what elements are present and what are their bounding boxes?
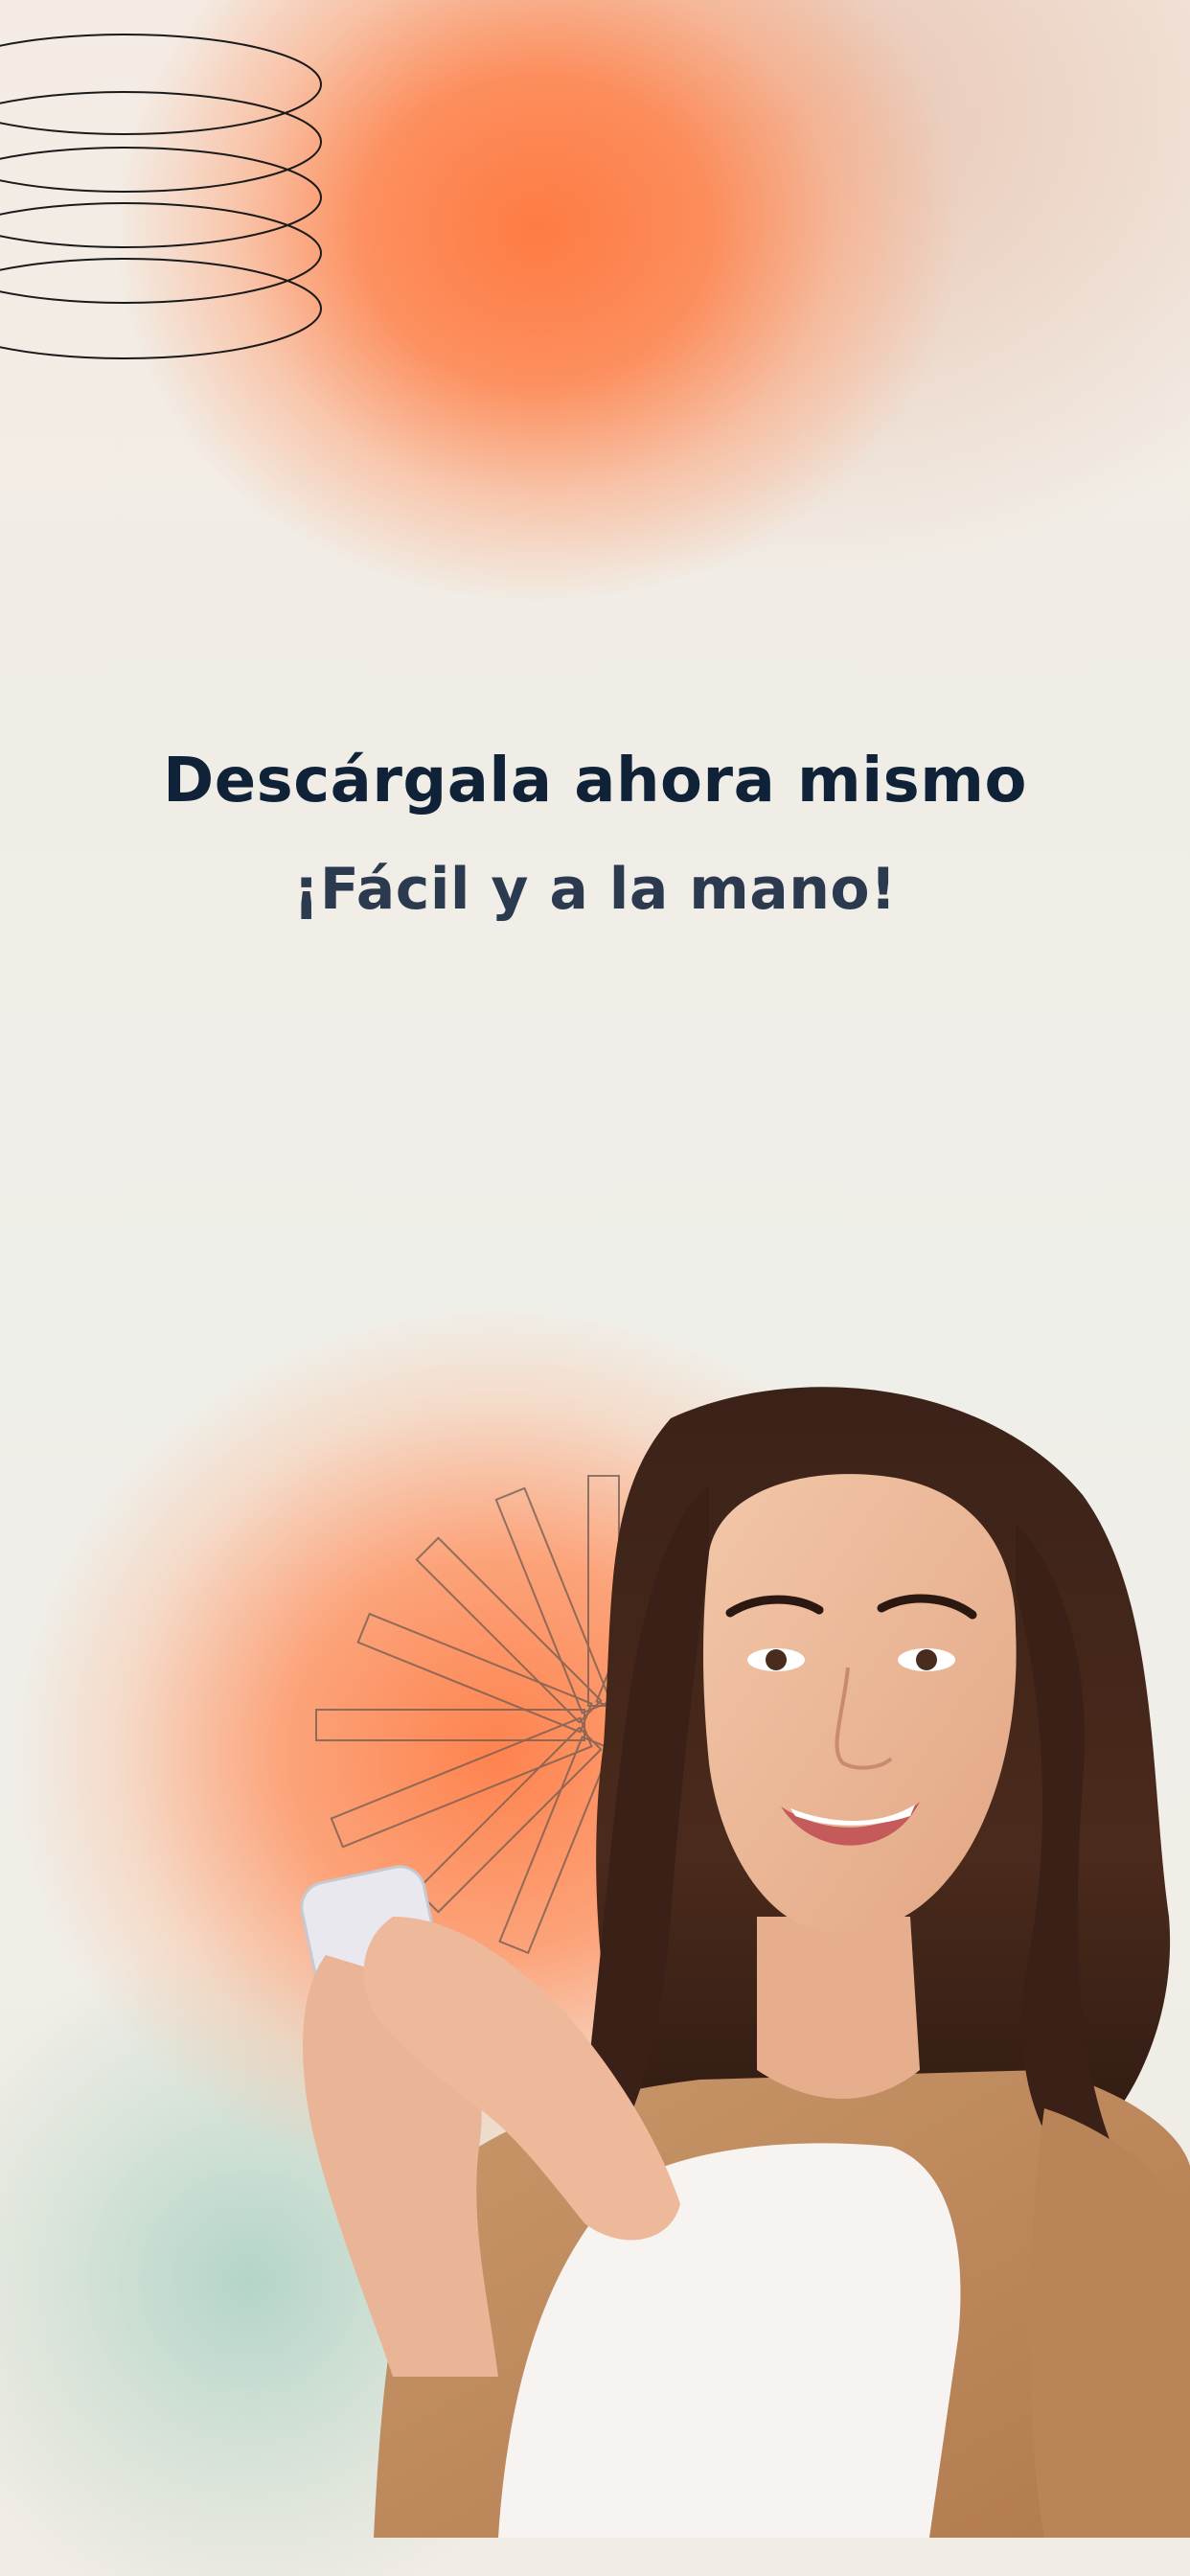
woman-with-phone-photo: [300, 1387, 1190, 2538]
spiral-rings-decoration: [0, 34, 322, 359]
headline: Descárgala ahora mismo: [163, 746, 1027, 816]
subline: ¡Fácil y a la mano!: [292, 856, 898, 923]
